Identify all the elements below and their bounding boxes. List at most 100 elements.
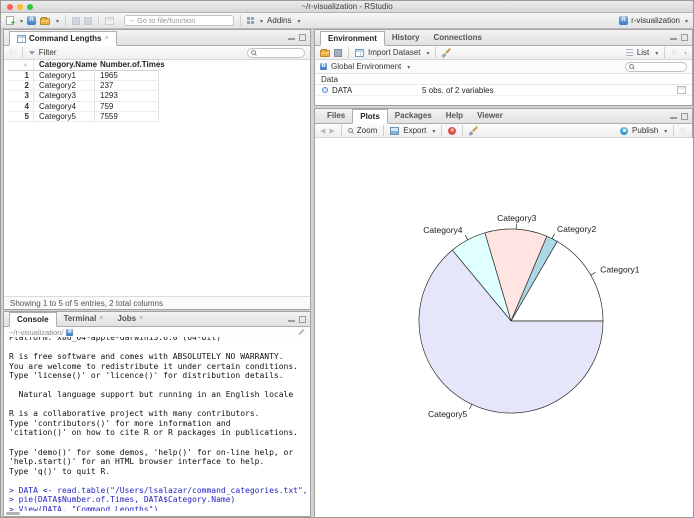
table-row[interactable]: 4 Category4 759	[8, 101, 159, 113]
save-workspace-icon[interactable]	[334, 48, 342, 57]
new-file-dropdown[interactable]	[18, 16, 23, 25]
close-terminal-icon[interactable]: ×	[99, 311, 103, 326]
column-header-name[interactable]: Category.Name	[34, 60, 97, 70]
table-row[interactable]: 5 Category5 7559	[8, 112, 159, 123]
data-viewer-tabbar: Command Lengths ×	[4, 30, 310, 46]
clear-workspace-icon[interactable]	[442, 48, 451, 57]
import-dataset-button[interactable]: Import Dataset	[368, 48, 420, 57]
minimize-panel-icon[interactable]	[288, 316, 295, 323]
project-menu-button[interactable]: r-visualization	[619, 16, 688, 25]
tab-packages[interactable]: Packages	[388, 108, 439, 123]
addins-dropdown[interactable]	[296, 16, 301, 25]
tab-jobs[interactable]: Jobs ×	[110, 311, 150, 326]
publish-dropdown[interactable]	[662, 126, 667, 135]
export-plot-button[interactable]: Export	[403, 126, 426, 135]
new-project-icon[interactable]	[27, 16, 37, 25]
environment-search-input[interactable]	[636, 63, 683, 70]
tab-plots[interactable]: Plots	[352, 109, 388, 124]
minimize-panel-icon[interactable]	[670, 113, 677, 120]
table-status-bar: Showing 1 to 5 of 5 entries, 2 total col…	[4, 296, 310, 309]
view-table-icon[interactable]	[677, 86, 686, 94]
table-search-input[interactable]	[258, 49, 301, 56]
rownum-header[interactable]: ▴	[8, 60, 34, 70]
to-source-icon[interactable]	[298, 328, 305, 336]
maximize-panel-icon[interactable]	[681, 113, 688, 120]
load-workspace-icon[interactable]	[320, 49, 330, 57]
plot-area: Category1 Category2 Category3 Category4 Cate…	[315, 138, 693, 517]
maximize-panel-icon[interactable]	[681, 34, 688, 41]
r-logo-icon	[66, 328, 74, 336]
environment-search-box[interactable]	[625, 61, 687, 72]
pie-label-category2: Category2	[557, 224, 596, 234]
plots-panel: Files Plots Packages Help Viewer ◀ ▶ Zoo…	[314, 108, 693, 517]
table-cell: 2	[8, 80, 34, 91]
table-row[interactable]: 3 Category3 1293	[8, 91, 159, 102]
save-all-icon[interactable]	[84, 16, 93, 25]
tab-environment[interactable]: Environment	[320, 31, 385, 46]
tab-console[interactable]: Console	[9, 312, 57, 327]
list-view-dropdown[interactable]	[653, 48, 658, 57]
new-file-icon[interactable]	[6, 16, 15, 27]
list-view-button[interactable]: List	[637, 48, 649, 57]
console-panel: Console Terminal × Jobs × ~/r-visualizat…	[3, 311, 311, 517]
column-header-times[interactable]: Number.of.Times	[95, 60, 165, 70]
data-section-header: Data	[315, 74, 692, 85]
tab-help[interactable]: Help	[439, 108, 470, 123]
tab-history[interactable]: History	[385, 30, 427, 45]
save-icon[interactable]	[72, 16, 81, 25]
refresh-dropdown[interactable]	[682, 48, 687, 57]
zoom-plot-button[interactable]: Zoom	[357, 126, 377, 135]
environment-scope-row: Global Environment	[315, 60, 692, 74]
table-row[interactable]: 2 Category2 237	[8, 80, 159, 92]
pie-chart: Category1 Category2 Category3 Category4 Cate…	[418, 213, 640, 419]
project-name: r-visualization	[631, 16, 680, 25]
minimize-panel-icon[interactable]	[288, 34, 295, 41]
minimize-panel-icon[interactable]	[670, 34, 677, 41]
import-dataset-dropdown[interactable]	[424, 48, 429, 57]
maximize-panel-icon[interactable]	[299, 316, 306, 323]
console-input-line: > View(DATA, "Command Lengths")	[9, 504, 159, 511]
previous-plot-icon[interactable]: ◀	[320, 127, 325, 135]
scope-selector[interactable]: Global Environment	[331, 62, 401, 71]
tab-terminal[interactable]: Terminal ×	[57, 311, 111, 326]
workspace-panes-icon[interactable]	[247, 17, 254, 24]
refresh-plot-icon[interactable]: ↻	[680, 126, 687, 135]
addins-menu[interactable]: Addins	[267, 16, 291, 25]
main-toolbar: → Addins r-visualization	[1, 13, 693, 29]
environment-object-row[interactable]: DATA 5 obs. of 2 variables	[315, 85, 692, 96]
filter-button[interactable]: Filter	[39, 48, 57, 57]
print-icon[interactable]	[105, 16, 115, 25]
tab-command-lengths[interactable]: Command Lengths ×	[9, 31, 117, 46]
close-tab-icon[interactable]: ×	[104, 31, 108, 46]
publish-button[interactable]: Publish	[632, 126, 658, 135]
export-dropdown[interactable]	[430, 126, 435, 135]
table-search-box[interactable]	[247, 47, 305, 58]
table-cell: 1293	[95, 91, 159, 101]
console-hscrollbar[interactable]	[6, 512, 20, 515]
console-tabbar: Console Terminal × Jobs ×	[4, 312, 310, 327]
refresh-data-icon[interactable]: ↻	[9, 48, 16, 57]
refresh-environment-icon[interactable]: ↻	[671, 48, 678, 57]
goto-file-box[interactable]: →	[124, 15, 235, 26]
console-output[interactable]: Platform: x86_64-apple-darwin13.6.0 (64-…	[4, 337, 308, 511]
pie-label-tick	[551, 233, 555, 239]
table-cell: Category2	[34, 80, 95, 91]
next-plot-icon[interactable]: ▶	[329, 127, 334, 135]
close-jobs-icon[interactable]: ×	[139, 311, 143, 326]
open-recent-dropdown[interactable]	[54, 16, 59, 25]
remove-plot-icon[interactable]	[448, 126, 457, 135]
tab-files[interactable]: Files	[320, 108, 352, 123]
table-cell: Category3	[34, 91, 95, 101]
maximize-panel-icon[interactable]	[299, 34, 306, 41]
panes-dropdown[interactable]	[258, 16, 263, 25]
tab-connections[interactable]: Connections	[426, 30, 488, 45]
open-file-icon[interactable]	[40, 17, 51, 25]
tab-viewer[interactable]: Viewer	[470, 108, 510, 123]
zoom-plot-icon	[347, 128, 353, 133]
dataframe-icon	[322, 87, 328, 93]
goto-file-input[interactable]	[137, 16, 228, 25]
scope-dropdown[interactable]	[405, 62, 410, 71]
clear-plots-icon[interactable]	[469, 126, 478, 135]
table-row[interactable]: 1 Category1 1965	[8, 70, 159, 81]
